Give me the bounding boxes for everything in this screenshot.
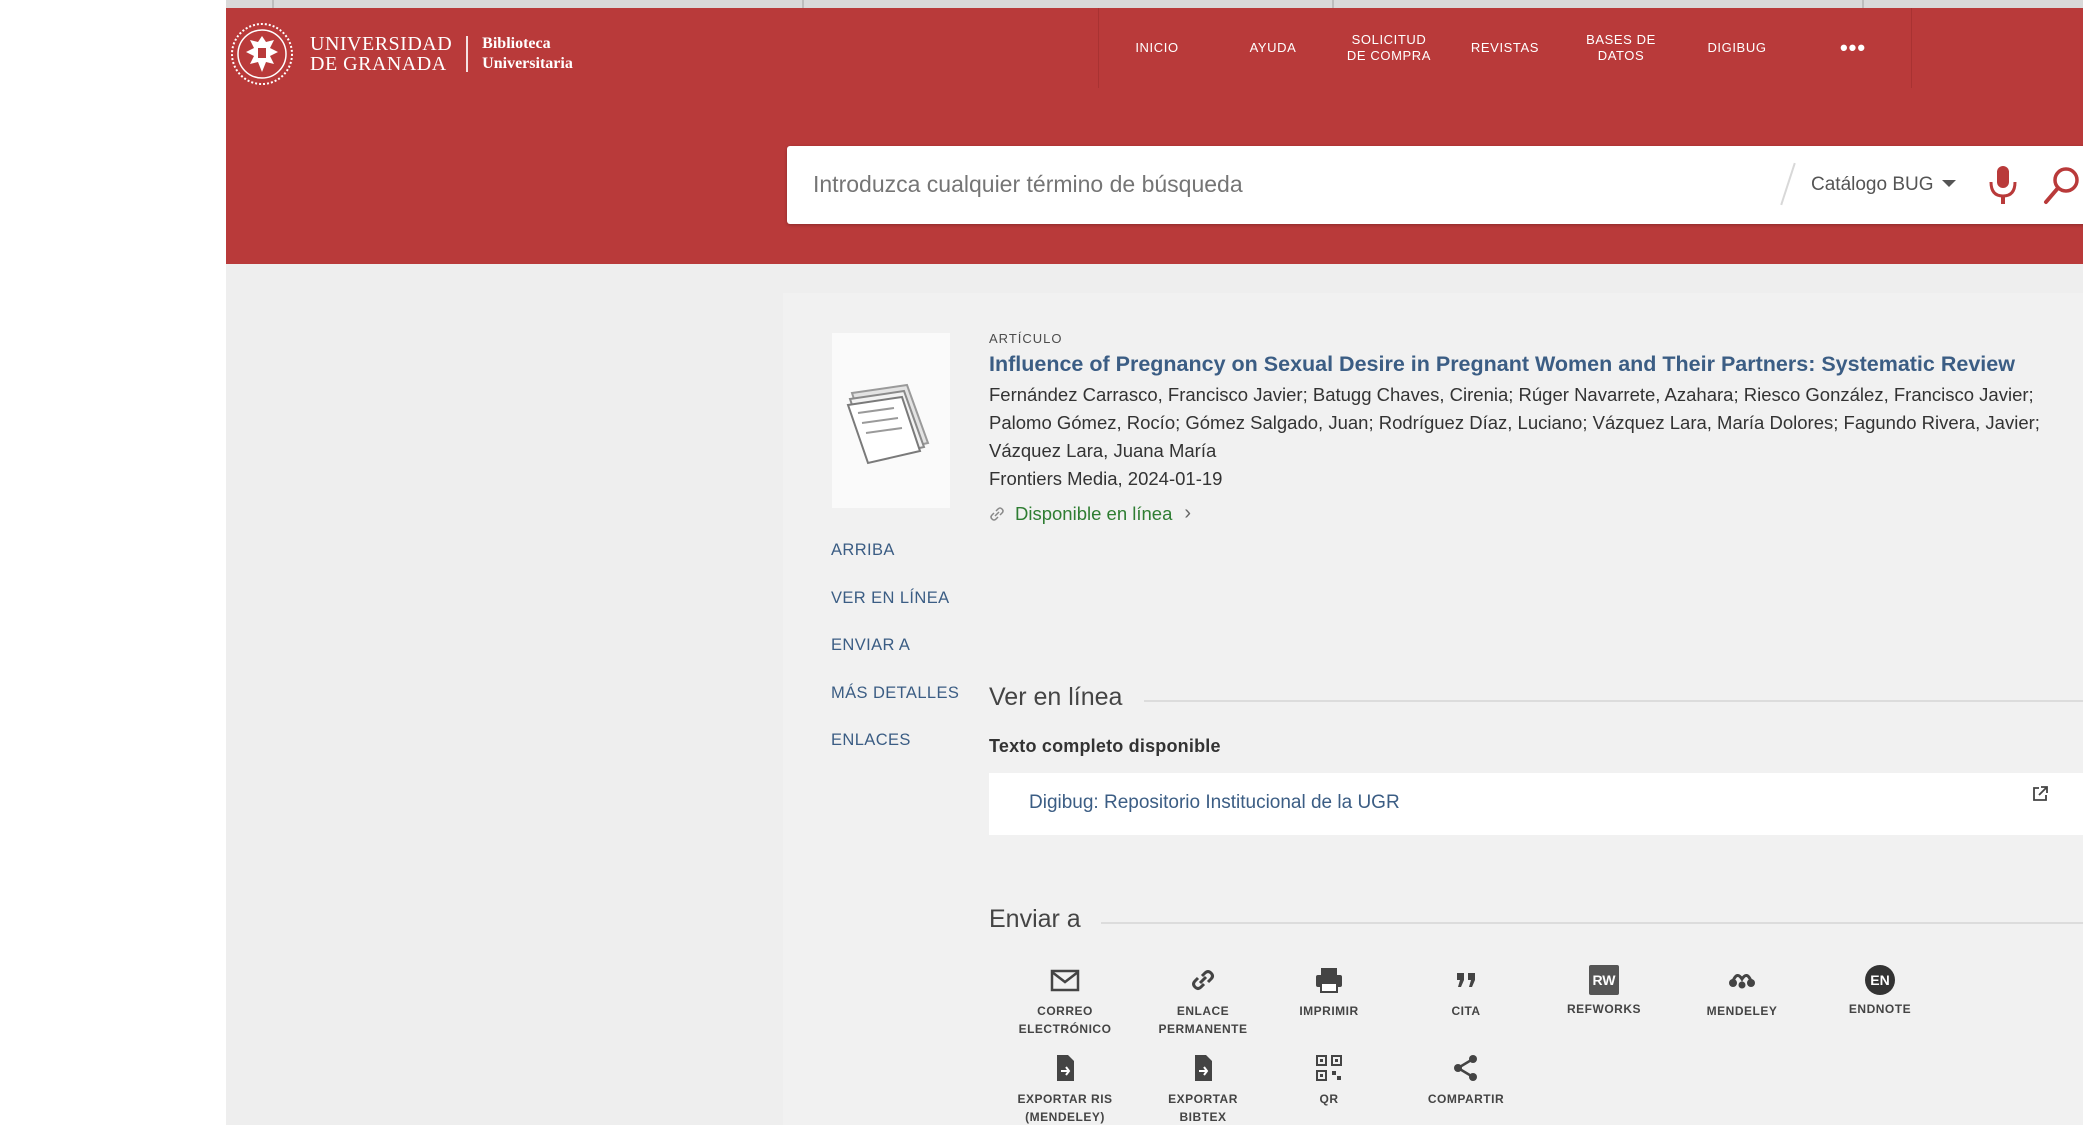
- qr-icon: [1316, 1055, 1342, 1081]
- search-icon[interactable]: [2040, 164, 2083, 206]
- share-icon: [1454, 1055, 1477, 1081]
- availability-label: Disponible en línea: [1015, 502, 1173, 524]
- section-nav-arriba[interactable]: ARRIBA: [831, 541, 959, 589]
- qr-button[interactable]: QR: [1267, 1051, 1391, 1108]
- external-link-icon[interactable]: [2031, 785, 2049, 803]
- app-window: UNIVERSIDAD DE GRANADA Biblioteca Univer…: [226, 0, 2083, 1125]
- nav-inicio[interactable]: INICIO: [1099, 8, 1215, 88]
- send-email-label: CORREO: [1037, 1004, 1093, 1018]
- header-bar: UNIVERSIDAD DE GRANADA Biblioteca Univer…: [226, 0, 2083, 264]
- endnote-icon: EN: [1865, 965, 1895, 995]
- print-label: IMPRIMIR: [1299, 1004, 1359, 1018]
- nav-digibug[interactable]: DIGIBUG: [1679, 8, 1795, 88]
- search-divider: [1780, 162, 1796, 206]
- section-nav: ARRIBA VER EN LÍNEA ENVIAR A MÁS DETALLE…: [831, 541, 959, 779]
- link-icon: [990, 506, 1004, 521]
- qr-label: QR: [1319, 1092, 1339, 1106]
- permalink-label-2: PERMANENTE: [1158, 1022, 1248, 1036]
- export-ris-button[interactable]: EXPORTAR RIS (MENDELEY): [1003, 1051, 1127, 1125]
- logo-divider: [466, 36, 469, 72]
- search-input[interactable]: [813, 171, 1713, 198]
- nav-more-icon[interactable]: •••: [1795, 8, 1911, 88]
- mendeley-icon: [1729, 974, 1755, 989]
- university-wordmark: UNIVERSIDAD DE GRANADA: [310, 34, 452, 74]
- share-label: COMPARTIR: [1427, 1092, 1505, 1106]
- search-scope-select[interactable]: Catálogo BUG: [1811, 174, 1934, 196]
- export-file-icon: [1057, 1055, 1074, 1081]
- nav-solicitud-compra[interactable]: SOLICITUD DE COMPRA: [1331, 8, 1447, 88]
- section-nav-mas-detalles[interactable]: MÁS DETALLES: [831, 684, 959, 732]
- library-wordmark: Biblioteca Universitaria: [482, 34, 573, 74]
- export-file-icon: [1195, 1055, 1212, 1081]
- link-icon: [1192, 970, 1214, 990]
- export-ris-label-2: (MENDELEY): [1025, 1110, 1105, 1124]
- section-nav-enviar-a[interactable]: ENVIAR A: [831, 636, 959, 684]
- record-panel: ARTÍCULO Influence of Pregnancy on Sexua…: [783, 293, 2083, 1125]
- logo-line-1: UNIVERSIDAD: [310, 33, 453, 55]
- browser-tab-strip: [226, 0, 2083, 8]
- section-nav-ver-en-linea[interactable]: VER EN LÍNEA: [831, 589, 959, 637]
- endnote-button[interactable]: EN ENDNOTE: [1818, 963, 1942, 1018]
- record-title[interactable]: Influence of Pregnancy on Sexual Desire …: [989, 350, 2049, 379]
- permalink-button[interactable]: ENLACE PERMANENTE: [1141, 963, 1265, 1038]
- document-icon: [832, 333, 950, 508]
- refworks-label: REFWORKS: [1567, 1002, 1641, 1016]
- main-nav: INICIO AYUDA SOLICITUD DE COMPRA REVISTA…: [1098, 8, 1912, 88]
- mail-icon: [1050, 969, 1080, 992]
- cite-label: CITA: [1451, 1004, 1481, 1018]
- microphone-icon[interactable]: [1983, 164, 2023, 206]
- nav-bases-datos[interactable]: BASES DE DATOS: [1563, 8, 1679, 88]
- print-button[interactable]: IMPRIMIR: [1267, 963, 1391, 1020]
- repository-link[interactable]: Digibug: Repositorio Institucional de la…: [1029, 792, 1400, 814]
- section-enviar-a: Enviar a: [989, 905, 2083, 934]
- print-icon: [1316, 968, 1342, 993]
- record-thumbnail: [832, 333, 950, 508]
- record-details: ARTÍCULO Influence of Pregnancy on Sexua…: [989, 331, 2049, 525]
- record-authors: Fernández Carrasco, Francisco Javier; Ba…: [989, 384, 2040, 461]
- logo-sub-2: Universitaria: [482, 55, 573, 72]
- logo-sub-1: Biblioteca: [482, 35, 551, 52]
- section-title-send: Enviar a: [989, 905, 1081, 933]
- refworks-icon: RW: [1589, 965, 1619, 995]
- fulltext-link-box: Digibug: Repositorio Institucional de la…: [989, 773, 2083, 835]
- fulltext-heading: Texto completo disponible: [989, 736, 1221, 756]
- share-button[interactable]: COMPARTIR: [1404, 1051, 1528, 1108]
- nav-revistas[interactable]: REVISTAS: [1447, 8, 1563, 88]
- section-ver-en-linea: Ver en línea: [989, 683, 2083, 712]
- mendeley-button[interactable]: MENDELEY: [1680, 963, 1804, 1020]
- chevron-down-icon[interactable]: [1942, 180, 1956, 187]
- section-title-online: Ver en línea: [989, 683, 1123, 711]
- section-rule: [1101, 922, 2083, 924]
- nav-ayuda[interactable]: AYUDA: [1215, 8, 1331, 88]
- send-email-button[interactable]: CORREO ELECTRÓNICO: [1003, 963, 1127, 1038]
- record-publisher: Frontiers Media, 2024-01-19: [989, 468, 1223, 489]
- cite-button[interactable]: CITA: [1404, 963, 1528, 1020]
- export-bibtex-label: EXPORTAR: [1168, 1092, 1238, 1106]
- search-bar: Catálogo BUG: [787, 146, 2083, 224]
- ugr-logo[interactable]: UNIVERSIDAD DE GRANADA Biblioteca Univer…: [230, 22, 573, 86]
- export-bibtex-button[interactable]: EXPORTAR BIBTEX: [1141, 1051, 1265, 1125]
- export-bibtex-label-2: BIBTEX: [1179, 1110, 1227, 1124]
- send-email-label-2: ELECTRÓNICO: [1018, 1022, 1112, 1036]
- availability-link[interactable]: Disponible en línea ›: [989, 502, 2049, 525]
- mendeley-label: MENDELEY: [1706, 1004, 1778, 1018]
- permalink-label: ENLACE: [1176, 1004, 1230, 1018]
- logo-line-2: DE GRANADA: [310, 53, 447, 75]
- section-nav-enlaces[interactable]: ENLACES: [831, 731, 959, 779]
- export-ris-label: EXPORTAR RIS: [1017, 1092, 1113, 1106]
- quote-icon: [1457, 973, 1475, 987]
- endnote-label: ENDNOTE: [1848, 1002, 1912, 1016]
- refworks-button[interactable]: RW REFWORKS: [1542, 963, 1666, 1018]
- chevron-right-icon: ›: [1184, 502, 1192, 524]
- university-seal-icon: [231, 23, 293, 85]
- section-rule: [1144, 700, 2083, 702]
- record-type: ARTÍCULO: [989, 331, 1063, 346]
